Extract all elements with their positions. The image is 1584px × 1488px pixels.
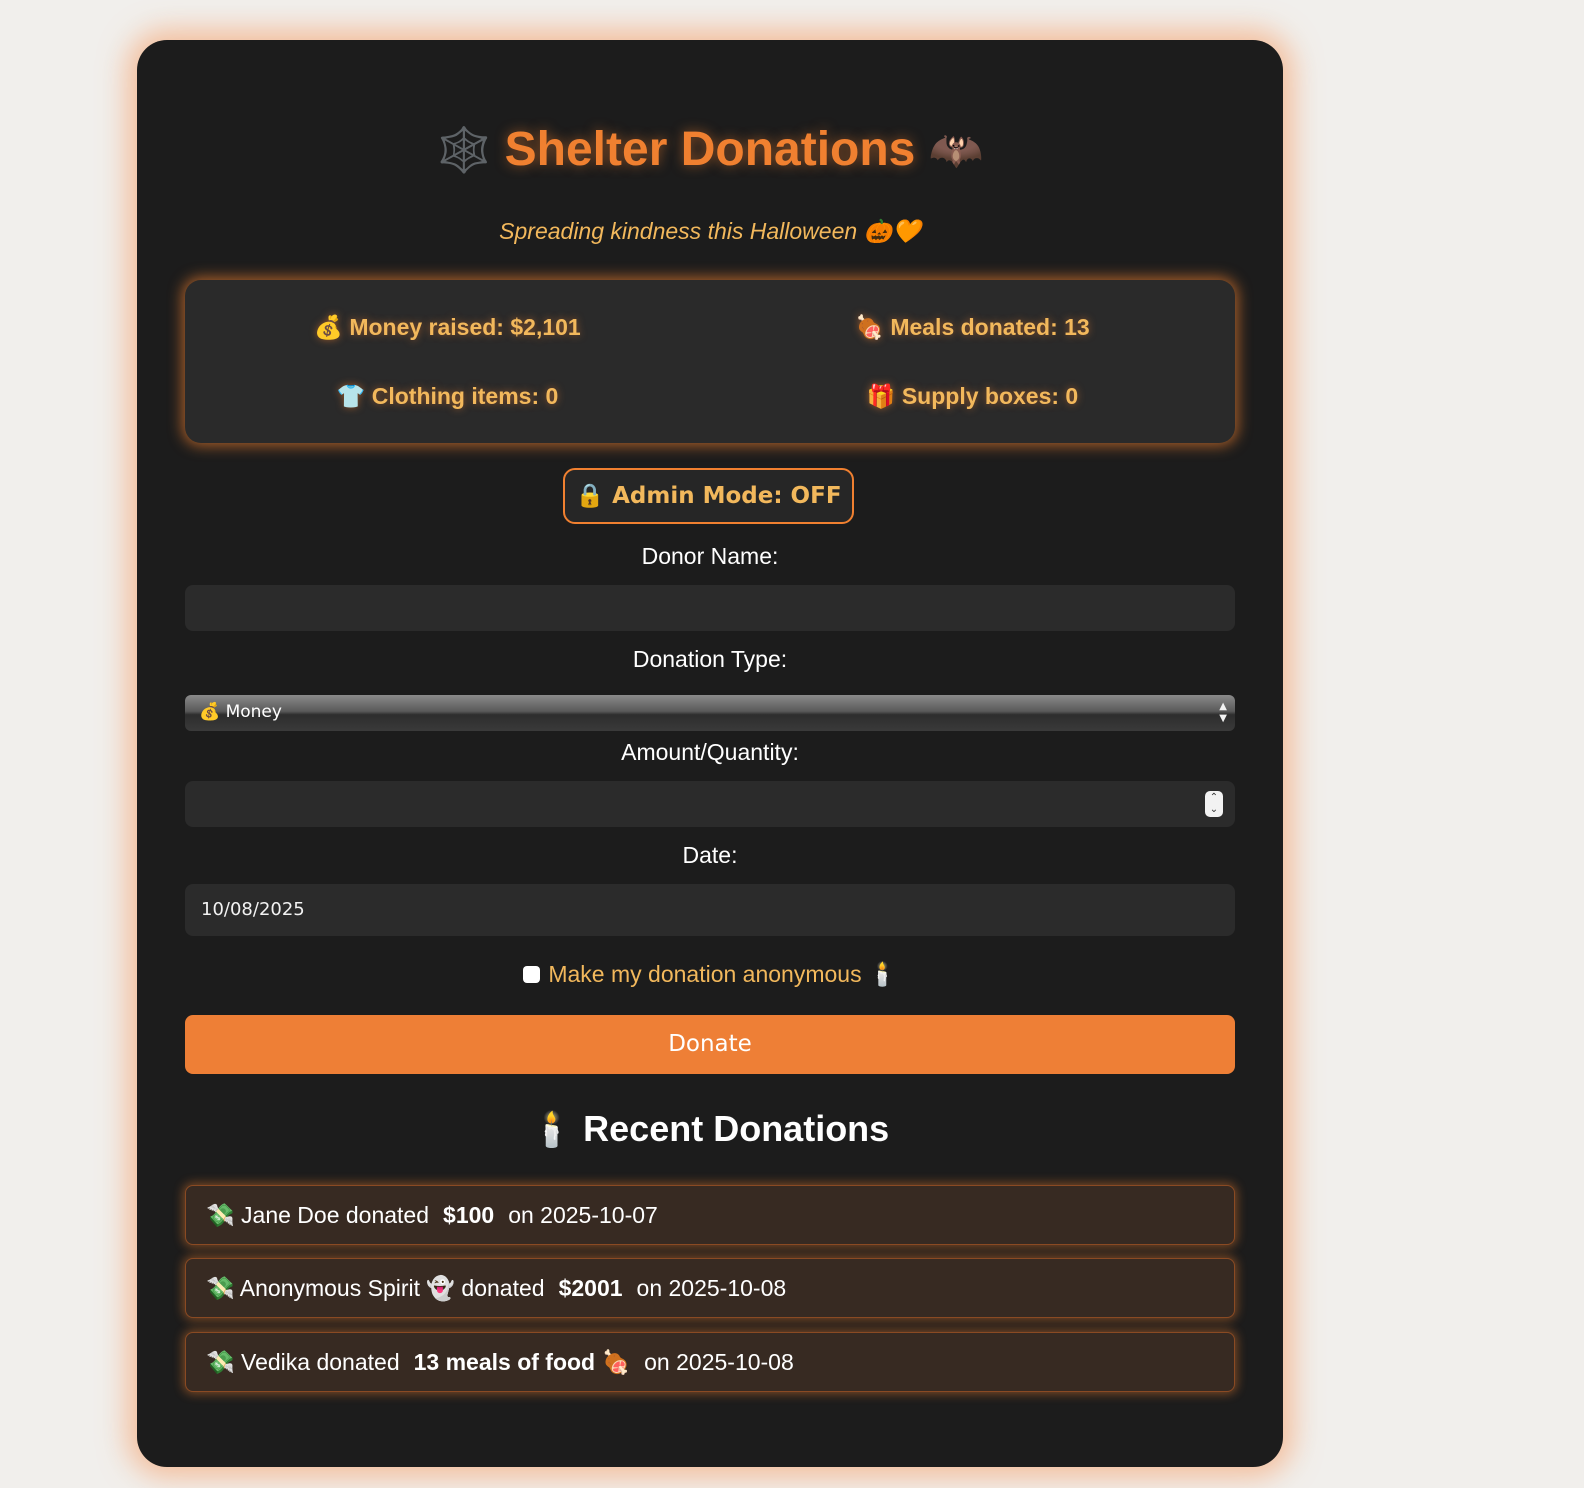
stat-meals-text: Meals donated: 13 — [890, 314, 1090, 340]
recent-donations-title: 🕯️ Recent Donations — [137, 1107, 1283, 1152]
spiderweb-icon: 🕸️ — [436, 126, 492, 175]
page-title: 🕸️ Shelter Donations 🦇 — [137, 120, 1283, 181]
stats-panel: 💰 Money raised: $2,101 🍖 Meals donated: … — [185, 280, 1235, 443]
stat-supplies: 🎁 Supply boxes: 0 — [710, 381, 1235, 411]
donation-card: 🕸️ Shelter Donations 🦇 Spreading kindnes… — [137, 40, 1283, 1467]
meat-icon: 🍖 — [855, 314, 884, 340]
gift-icon: 🎁 — [866, 383, 896, 409]
anonymous-option: Make my donation anonymous 🕯️ — [137, 959, 1283, 989]
candle-icon: 🕯️ — [530, 1111, 574, 1149]
donate-button[interactable]: Donate — [185, 1015, 1235, 1074]
donation-type-select[interactable]: 💰 Money ▲ ▼ — [185, 695, 1235, 731]
donation-item: 💸 Vedika donated 13 meals of food 🍖 on 202… — [185, 1332, 1235, 1392]
date-input[interactable]: 10/08/2025 — [185, 884, 1235, 936]
number-stepper-icon[interactable]: ⌃ ⌄ — [1205, 791, 1223, 817]
admin-mode-toggle[interactable]: 🔒 Admin Mode: OFF — [563, 468, 854, 524]
donation-item: 💸 Jane Doe donated $100 on 2025-10-07 — [185, 1185, 1235, 1245]
stat-supplies-text: Supply boxes: 0 — [901, 383, 1079, 409]
stat-meals: 🍖 Meals donated: 13 — [710, 312, 1235, 342]
donation-prefix: Jane Doe donated — [241, 1202, 430, 1228]
donation-prefix: Anonymous Spirit 👻 donated — [239, 1275, 545, 1301]
donor-name-input[interactable] — [185, 585, 1235, 631]
amount-label: Amount/Quantity: — [621, 739, 799, 765]
shirt-icon: 👕 — [336, 383, 366, 409]
anonymous-label[interactable]: Make my donation anonymous 🕯️ — [548, 961, 896, 987]
donation-prefix: Vedika donated — [241, 1349, 400, 1375]
donation-type-value: Money — [225, 702, 282, 722]
donation-date: on 2025-10-08 — [644, 1349, 794, 1375]
donation-type-label: Donation Type: — [632, 646, 788, 672]
recent-donations-text: Recent Donations — [583, 1108, 890, 1149]
date-label: Date: — [682, 842, 738, 868]
stat-clothing: 👕 Clothing items: 0 — [185, 381, 710, 411]
donation-date: on 2025-10-08 — [636, 1275, 787, 1301]
donation-amount: 13 meals of food 🍖 — [413, 1349, 631, 1375]
admin-mode-label: Admin Mode: OFF — [612, 483, 842, 509]
amount-input[interactable]: ⌃ ⌄ — [185, 781, 1235, 827]
money-bag-icon: 💰 — [199, 702, 221, 722]
stat-money: 💰 Money raised: $2,101 — [185, 312, 710, 342]
stat-money-text: Money raised: $2,101 — [349, 314, 581, 340]
donation-amount: $2001 — [558, 1275, 623, 1301]
donor-name-label: Donor Name: — [641, 543, 779, 569]
donation-item: 💸 Anonymous Spirit 👻 donated $2001 on 2025… — [185, 1258, 1235, 1318]
money-wings-icon: 💸 — [206, 1275, 235, 1301]
subtitle: Spreading kindness this Halloween 🎃🧡 — [499, 218, 921, 244]
lock-icon: 🔒 — [575, 483, 605, 509]
money-wings-icon: 💸 — [206, 1349, 235, 1375]
money-wings-icon: 💸 — [206, 1202, 235, 1228]
select-arrows-icon: ▲ ▼ — [1219, 701, 1227, 724]
money-bag-icon: 💰 — [314, 314, 343, 340]
stat-clothing-text: Clothing items: 0 — [371, 383, 559, 409]
anonymous-checkbox[interactable] — [523, 966, 541, 983]
title-text: Shelter Donations — [504, 123, 916, 176]
donation-amount: $100 — [443, 1202, 495, 1228]
donation-date: on 2025-10-07 — [508, 1202, 658, 1228]
bat-icon: 🦇 — [928, 126, 984, 175]
